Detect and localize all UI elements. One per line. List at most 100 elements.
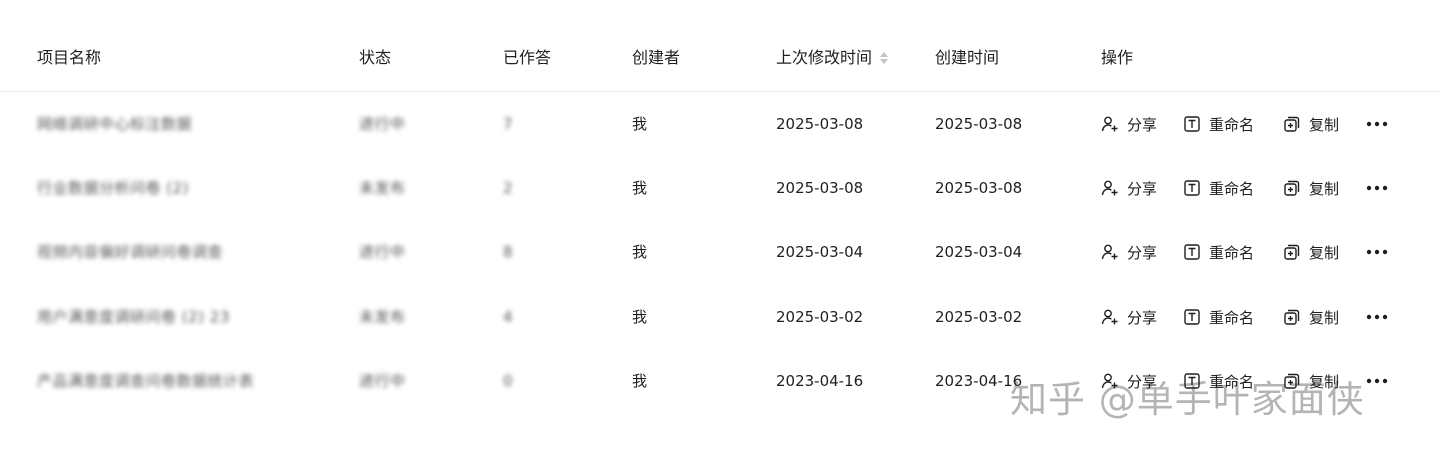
more-horizontal-icon <box>1366 249 1388 255</box>
share-button[interactable]: 分享 <box>1101 305 1157 329</box>
created-date: 2025-03-04 <box>935 243 1023 261</box>
rename-icon <box>1184 180 1200 196</box>
modified-date: 2025-03-04 <box>776 243 864 261</box>
more-horizontal-icon <box>1366 314 1388 320</box>
column-header-name: 项目名称 <box>37 48 102 67</box>
table-row: 网络调研中心标注数据 进行中 7 我 2025-03-08 2025-03-08… <box>0 92 1440 156</box>
modified-date: 2025-03-08 <box>776 179 864 197</box>
creator: 我 <box>632 372 648 390</box>
modified-date: 2025-03-08 <box>776 115 864 133</box>
created-date: 2025-03-08 <box>935 115 1023 133</box>
rename-label: 重命名 <box>1209 179 1255 198</box>
column-header-created: 创建时间 <box>935 48 1000 67</box>
copy-icon <box>1284 309 1300 325</box>
rename-label: 重命名 <box>1209 372 1255 391</box>
rename-button[interactable]: 重命名 <box>1183 176 1254 200</box>
column-header-creator: 创建者 <box>632 48 681 67</box>
creator: 我 <box>632 308 648 326</box>
add-user-icon <box>1101 116 1118 132</box>
share-label: 分享 <box>1127 372 1158 391</box>
created-date: 2025-03-02 <box>935 308 1023 326</box>
answer-count: 2 <box>503 179 514 197</box>
column-header-modified[interactable]: 上次修改时间 <box>776 46 890 70</box>
project-status: 进行中 <box>359 115 406 133</box>
project-status: 进行中 <box>359 372 406 390</box>
more-horizontal-icon <box>1366 185 1388 191</box>
copy-button[interactable]: 复制 <box>1283 176 1339 200</box>
project-name[interactable]: 产品满意度调查问卷数据统计表 <box>37 369 254 393</box>
share-label: 分享 <box>1127 179 1158 198</box>
rename-label: 重命名 <box>1209 115 1255 134</box>
table-header: 项目名称 状态 已作答 创建者 上次修改时间 创建时间 操作 <box>0 0 1440 92</box>
project-name[interactable]: 行业数据分析问卷 (2) <box>37 176 189 200</box>
project-status: 进行中 <box>359 243 406 261</box>
answer-count: 7 <box>503 115 514 133</box>
table-row: 产品满意度调查问卷数据统计表 进行中 0 我 2023-04-16 2023-0… <box>0 349 1440 413</box>
table-row: 用户满意度调研问卷 (2) 23 未发布 4 我 2025-03-02 2025… <box>0 285 1440 349</box>
project-name[interactable]: 用户满意度调研问卷 (2) 23 <box>37 305 230 329</box>
more-button[interactable] <box>1365 112 1389 136</box>
more-button[interactable] <box>1365 240 1389 264</box>
copy-button[interactable]: 复制 <box>1283 240 1339 264</box>
more-button[interactable] <box>1365 369 1389 393</box>
add-user-icon <box>1101 309 1118 325</box>
rename-button[interactable]: 重命名 <box>1183 305 1254 329</box>
copy-icon <box>1284 373 1300 389</box>
more-horizontal-icon <box>1366 378 1388 384</box>
rename-button[interactable]: 重命名 <box>1183 112 1254 136</box>
creator: 我 <box>632 179 648 197</box>
rename-icon <box>1184 244 1200 260</box>
creator: 我 <box>632 115 648 133</box>
rename-icon <box>1184 373 1200 389</box>
share-label: 分享 <box>1127 115 1158 134</box>
add-user-icon <box>1101 244 1118 260</box>
copy-label: 复制 <box>1309 308 1340 327</box>
more-button[interactable] <box>1365 176 1389 200</box>
project-status: 未发布 <box>359 308 406 326</box>
copy-icon <box>1284 116 1300 132</box>
share-button[interactable]: 分享 <box>1101 176 1157 200</box>
rename-icon <box>1184 309 1200 325</box>
column-header-answered: 已作答 <box>503 48 552 67</box>
column-header-actions: 操作 <box>1101 48 1134 67</box>
share-button[interactable]: 分享 <box>1101 112 1157 136</box>
share-label: 分享 <box>1127 308 1158 327</box>
copy-icon <box>1284 244 1300 260</box>
project-name[interactable]: 网络调研中心标注数据 <box>37 112 192 136</box>
rename-label: 重命名 <box>1209 308 1255 327</box>
table-row: 视频内容偏好调研问卷调查 进行中 8 我 2025-03-04 2025-03-… <box>0 220 1440 284</box>
copy-button[interactable]: 复制 <box>1283 305 1339 329</box>
rename-icon <box>1184 116 1200 132</box>
share-label: 分享 <box>1127 243 1158 262</box>
copy-label: 复制 <box>1309 372 1340 391</box>
copy-button[interactable]: 复制 <box>1283 112 1339 136</box>
project-name[interactable]: 视频内容偏好调研问卷调查 <box>37 240 223 264</box>
answer-count: 4 <box>503 308 514 326</box>
sort-icon[interactable] <box>878 50 890 66</box>
share-button[interactable]: 分享 <box>1101 240 1157 264</box>
more-horizontal-icon <box>1366 121 1388 127</box>
table-row: 行业数据分析问卷 (2) 未发布 2 我 2025-03-08 2025-03-… <box>0 156 1440 220</box>
rename-button[interactable]: 重命名 <box>1183 369 1254 393</box>
add-user-icon <box>1101 180 1118 196</box>
copy-label: 复制 <box>1309 179 1340 198</box>
created-date: 2025-03-08 <box>935 179 1023 197</box>
project-status: 未发布 <box>359 179 406 197</box>
column-header-modified-label: 上次修改时间 <box>776 48 873 67</box>
creator: 我 <box>632 243 648 261</box>
modified-date: 2023-04-16 <box>776 372 864 390</box>
more-button[interactable] <box>1365 305 1389 329</box>
rename-button[interactable]: 重命名 <box>1183 240 1254 264</box>
copy-label: 复制 <box>1309 243 1340 262</box>
answer-count: 8 <box>503 243 514 261</box>
column-header-status: 状态 <box>359 48 392 67</box>
rename-label: 重命名 <box>1209 243 1255 262</box>
copy-label: 复制 <box>1309 115 1340 134</box>
copy-icon <box>1284 180 1300 196</box>
answer-count: 0 <box>503 372 514 390</box>
copy-button[interactable]: 复制 <box>1283 369 1339 393</box>
modified-date: 2025-03-02 <box>776 308 864 326</box>
share-button[interactable]: 分享 <box>1101 369 1157 393</box>
add-user-icon <box>1101 373 1118 389</box>
created-date: 2023-04-16 <box>935 372 1023 390</box>
